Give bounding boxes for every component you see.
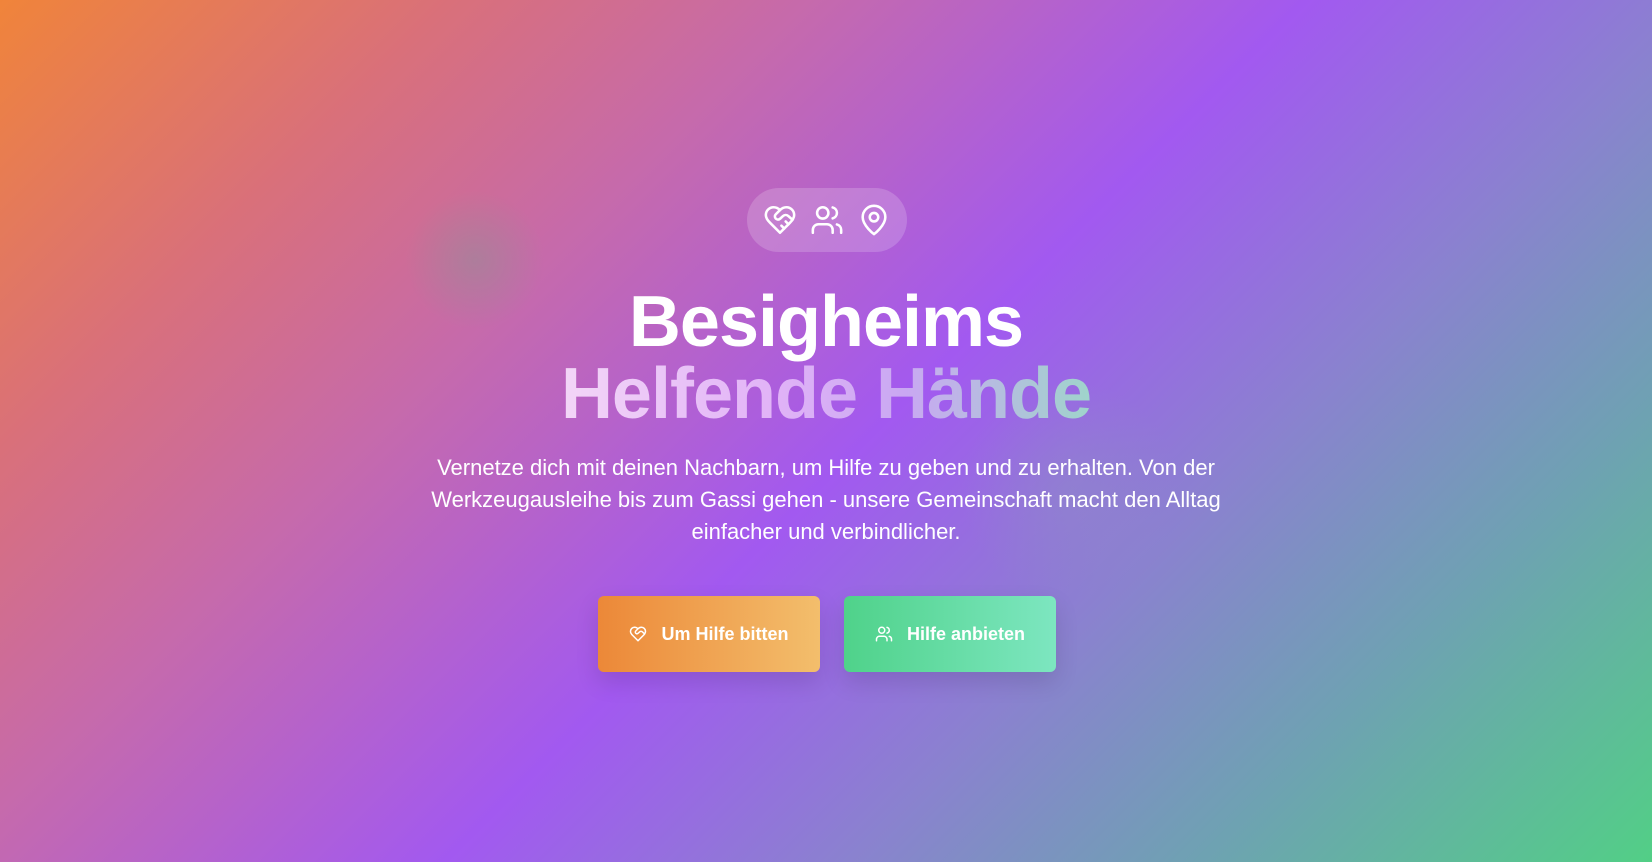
page-title-highlight: Helfende Hände <box>560 354 1092 434</box>
heart-handshake-icon <box>764 205 796 235</box>
request-help-button[interactable]: Um Hilfe bitten <box>598 596 820 672</box>
users-icon <box>875 626 893 642</box>
users-icon <box>811 205 843 235</box>
page-title-line2: Helfende Hände <box>0 354 1652 434</box>
page-title-line1: Besigheims <box>628 282 1024 362</box>
hero-section: Besigheims Helfende Hände Vernetze dich … <box>0 0 1652 862</box>
icon-badge <box>747 188 907 252</box>
offer-help-button[interactable]: Hilfe anbieten <box>844 596 1056 672</box>
heart-handshake-icon <box>630 626 647 642</box>
hero-subtitle: Vernetze dich mit deinen Nachbarn, um Hi… <box>431 455 1221 544</box>
request-help-label: Um Hilfe bitten <box>661 623 789 644</box>
offer-help-label: Hilfe anbieten <box>906 623 1026 644</box>
map-pin-icon <box>861 204 887 236</box>
